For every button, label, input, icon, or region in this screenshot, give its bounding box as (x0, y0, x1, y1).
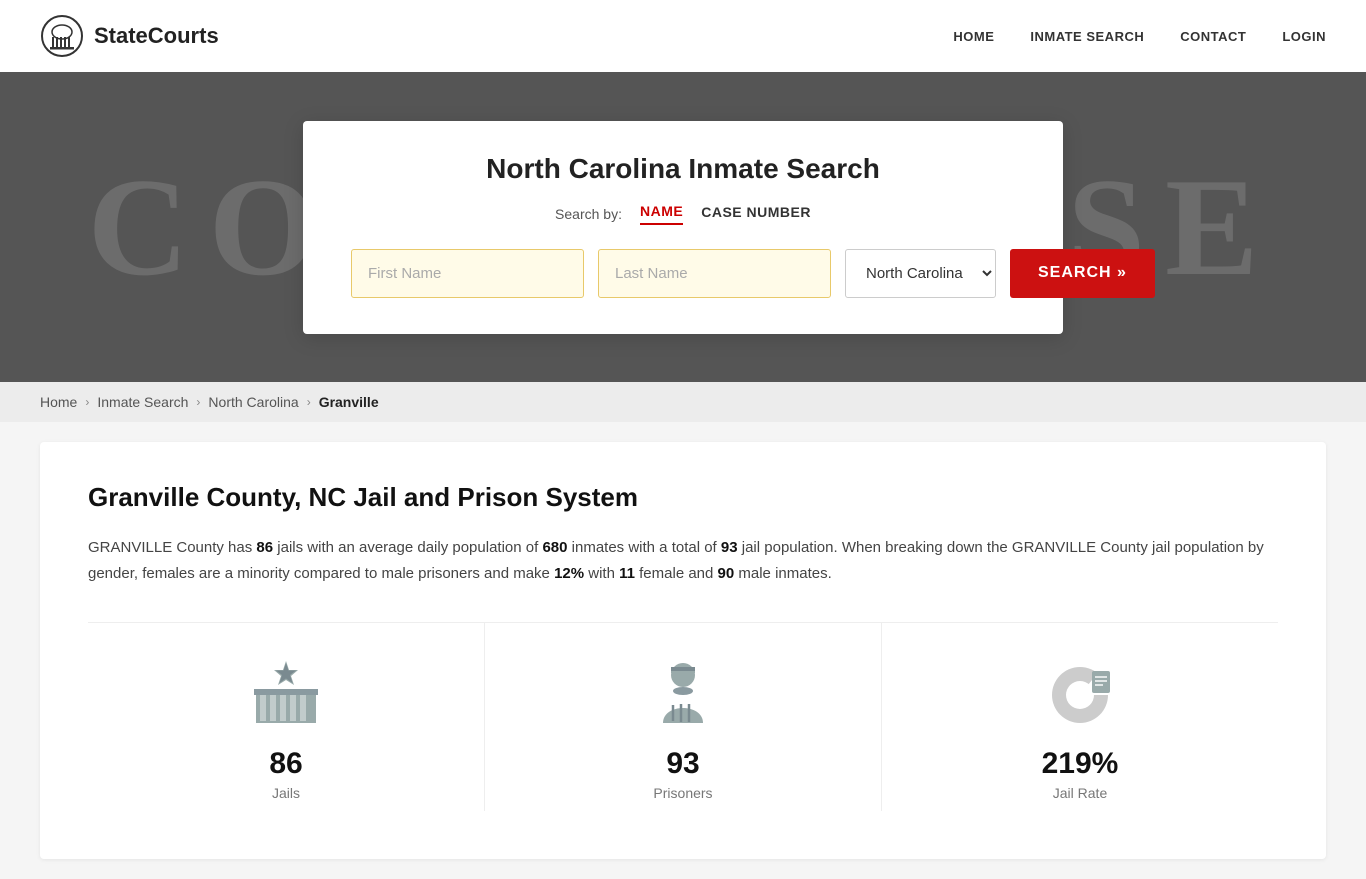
logo-icon (40, 14, 84, 58)
tab-case-number[interactable]: CASE NUMBER (701, 204, 811, 224)
nav-links: HOME INMATE SEARCH CONTACT LOGIN (953, 29, 1326, 44)
search-card-title: North Carolina Inmate Search (351, 153, 1015, 185)
navigation: StateCourts HOME INMATE SEARCH CONTACT L… (0, 0, 1366, 72)
first-name-input[interactable] (351, 249, 584, 298)
search-by-row: Search by: NAME CASE NUMBER (351, 203, 1015, 225)
desc-mid2: inmates with a total of (567, 539, 720, 556)
site-logo[interactable]: StateCourts (40, 14, 219, 58)
prisoners-number: 93 (666, 747, 699, 781)
search-card-wrapper: North Carolina Inmate Search Search by: … (0, 72, 1366, 382)
breadcrumb-north-carolina[interactable]: North Carolina (208, 394, 298, 410)
breadcrumb-sep-2: › (196, 395, 200, 409)
stat-jail-rate: 219% Jail Rate (882, 623, 1278, 811)
breadcrumb-current: Granville (319, 394, 379, 410)
search-button[interactable]: SEARCH » (1010, 249, 1155, 298)
jails-number: 86 (269, 747, 302, 781)
desc-mid1: jails with an average daily population o… (273, 539, 542, 556)
search-card: North Carolina Inmate Search Search by: … (303, 121, 1063, 334)
stat-jails: 86 Jails (88, 623, 485, 811)
breadcrumb-home[interactable]: Home (40, 394, 77, 410)
desc-total-pop: 93 (721, 539, 738, 556)
desc-avg-pop: 680 (542, 539, 567, 556)
header-section: COURTHOUSE North Carolina Inmate Search … (0, 72, 1366, 382)
desc-mid4: with (584, 565, 619, 582)
nav-login[interactable]: LOGIN (1282, 29, 1326, 44)
desc-mid6: male inmates. (734, 565, 832, 582)
site-name: StateCourts (94, 23, 219, 49)
nav-contact[interactable]: CONTACT (1180, 29, 1246, 44)
tab-name[interactable]: NAME (640, 203, 683, 225)
desc-female-count: 11 (619, 565, 635, 582)
main-content: Granville County, NC Jail and Prison Sys… (40, 442, 1326, 859)
breadcrumb-inmate-search[interactable]: Inmate Search (97, 394, 188, 410)
jails-label: Jails (272, 785, 300, 801)
jail-rate-number: 219% (1042, 747, 1119, 781)
chart-icon (1040, 653, 1120, 733)
desc-mid5: female and (635, 565, 718, 582)
nav-home[interactable]: HOME (953, 29, 994, 44)
desc-pct: 12% (554, 565, 584, 582)
desc-male-count: 90 (718, 565, 735, 582)
content-description: GRANVILLE County has 86 jails with an av… (88, 535, 1278, 586)
desc-intro: GRANVILLE County has (88, 539, 256, 556)
prisoners-label: Prisoners (653, 785, 712, 801)
search-by-label: Search by: (555, 206, 622, 222)
prisoner-icon (643, 653, 723, 733)
breadcrumb-sep-3: › (307, 395, 311, 409)
breadcrumb-sep-1: › (85, 395, 89, 409)
last-name-input[interactable] (598, 249, 831, 298)
stats-row: 86 Jails (88, 622, 1278, 811)
content-title: Granville County, NC Jail and Prison Sys… (88, 482, 1278, 513)
nav-inmate-search[interactable]: INMATE SEARCH (1030, 29, 1144, 44)
search-inputs-row: North Carolina Alabama Alaska Arizona Ar… (351, 249, 1015, 298)
jail-rate-label: Jail Rate (1053, 785, 1107, 801)
breadcrumb: Home › Inmate Search › North Carolina › … (0, 382, 1366, 422)
stat-prisoners: 93 Prisoners (485, 623, 882, 811)
state-select[interactable]: North Carolina Alabama Alaska Arizona Ar… (845, 249, 996, 298)
jail-icon (246, 653, 326, 733)
desc-jails-count: 86 (256, 539, 273, 556)
